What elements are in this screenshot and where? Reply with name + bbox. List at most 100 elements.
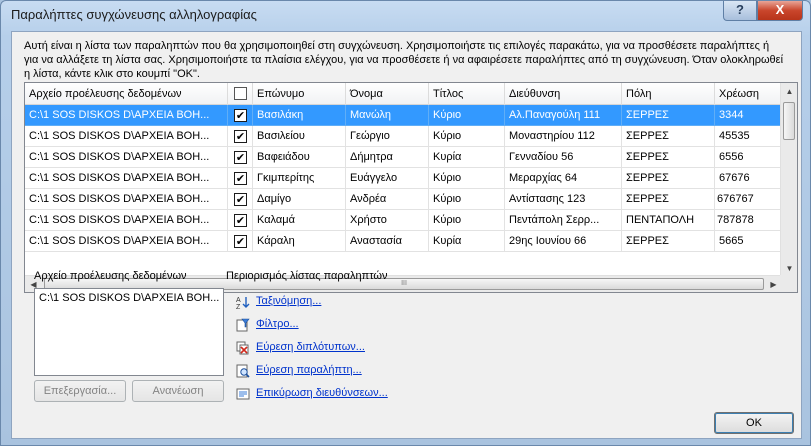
cell-title: Κύριο	[429, 189, 505, 210]
cell-address: Μοναστηρίου 112	[505, 126, 622, 147]
filter-link[interactable]: Φίλτρο...	[256, 318, 299, 330]
cell-last-name: Βαφειάδου	[253, 147, 346, 168]
data-source-item[interactable]: C:\1 SOS DISKOS D\ΑΡΧΕΙΑ ΒΟΗ...	[35, 289, 223, 304]
cell-last-name: Βασιλείου	[253, 126, 346, 147]
column-header-address[interactable]: Διεύθυνση	[505, 83, 622, 105]
cell-last-name: Δαμίγο	[253, 189, 346, 210]
include-checkbox[interactable]: ✔	[234, 172, 247, 185]
cell-city: ΣΕΡΡΕΣ	[622, 126, 715, 147]
find-duplicates-link[interactable]: Εύρεση διπλότυπων...	[256, 341, 365, 353]
cell-last-name: Καλαμά	[253, 210, 346, 231]
instructions-text: Αυτή είναι η λίστα των παραληπτών που θα…	[24, 40, 784, 80]
select-all-checkbox[interactable]	[234, 87, 247, 100]
cell-check[interactable]: ✔	[228, 189, 253, 210]
cell-charge: 5665	[715, 231, 785, 252]
cell-check[interactable]: ✔	[228, 105, 253, 126]
scroll-grip-icon: III	[401, 280, 407, 287]
cell-charge: 45535	[715, 126, 785, 147]
column-header-charge[interactable]: Χρέωση	[715, 83, 785, 105]
validate-addresses-icon	[236, 388, 250, 400]
svg-text:Z: Z	[236, 304, 241, 309]
cell-check[interactable]: ✔	[228, 126, 253, 147]
cell-address: 29ης Ιουνίου 66	[505, 231, 622, 252]
column-header-check[interactable]	[228, 83, 253, 105]
cell-title: Κυρία	[429, 231, 505, 252]
cell-city: ΣΕΡΡΕΣ	[622, 105, 715, 126]
recipients-table[interactable]: Αρχείο προέλευσης δεδομένων Επώνυμο Όνομ…	[24, 82, 798, 293]
dialog-title: Παραλήπτες συγχώνευσης αλληλογραφίας	[11, 7, 257, 22]
cell-address: Αλ.Παναγούλη 111	[505, 105, 622, 126]
cell-title: Κύριο	[429, 210, 505, 231]
cell-charge: 676767	[715, 189, 785, 210]
cell-charge: 67676	[715, 168, 785, 189]
table-row[interactable]: C:\1 SOS DISKOS D\ΑΡΧΕΙΑ ΒΟΗ... ✔ Βασιλάκη…	[25, 105, 785, 126]
cell-city: ΠΕΝΤΑΠΟΛΗ	[622, 210, 715, 231]
column-header-source[interactable]: Αρχείο προέλευσης δεδομένων	[25, 83, 228, 105]
cell-charge: 3344	[715, 105, 785, 126]
include-checkbox[interactable]: ✔	[234, 214, 247, 227]
cell-city: ΣΕΡΡΕΣ	[622, 189, 715, 210]
help-button[interactable]: ?	[723, 1, 757, 21]
cell-first-name: Χρήστο	[346, 210, 429, 231]
validate-addresses-link[interactable]: Επικύρωση διευθύνσεων...	[256, 387, 388, 399]
include-checkbox[interactable]: ✔	[234, 109, 247, 122]
include-checkbox[interactable]: ✔	[234, 151, 247, 164]
sort-icon: AZ	[236, 297, 250, 309]
data-sources-list[interactable]: C:\1 SOS DISKOS D\ΑΡΧΕΙΑ ΒΟΗ...	[34, 288, 224, 376]
vertical-scroll-thumb[interactable]	[783, 102, 795, 140]
include-checkbox[interactable]: ✔	[234, 235, 247, 248]
vertical-scrollbar[interactable]: ▲ ▼	[780, 83, 797, 277]
mail-merge-recipients-dialog: Παραλήπτες συγχώνευσης αλληλογραφίας ? X…	[0, 0, 811, 446]
cell-last-name: Γκιμπερίτης	[253, 168, 346, 189]
refresh-button[interactable]: Ανανέωση	[132, 380, 224, 402]
cell-source: C:\1 SOS DISKOS D\ΑΡΧΕΙΑ ΒΟΗ...	[25, 168, 228, 189]
cell-source: C:\1 SOS DISKOS D\ΑΡΧΕΙΑ ΒΟΗ...	[25, 126, 228, 147]
cell-city: ΣΕΡΡΕΣ	[622, 231, 715, 252]
cell-address: Πεντάπολη Σερρ...	[505, 210, 622, 231]
find-duplicates-icon	[236, 341, 249, 355]
edit-button[interactable]: Επεξεργασία...	[34, 380, 126, 402]
column-header-title[interactable]: Τίτλος	[429, 83, 505, 105]
table-row[interactable]: C:\1 SOS DISKOS D\ΑΡΧΕΙΑ ΒΟΗ... ✔ Καλαμά Χρ…	[25, 210, 785, 231]
include-checkbox[interactable]: ✔	[234, 130, 247, 143]
cell-first-name: Δήμητρα	[346, 147, 429, 168]
cell-title: Κύριο	[429, 126, 505, 147]
cell-check[interactable]: ✔	[228, 231, 253, 252]
column-header-first-name[interactable]: Όνομα	[346, 83, 429, 105]
cell-check[interactable]: ✔	[228, 210, 253, 231]
ok-button[interactable]: OK	[714, 412, 794, 434]
cell-last-name: Κάραλη	[253, 231, 346, 252]
cell-title: Κύριο	[429, 105, 505, 126]
scrollbar-corner	[780, 275, 797, 292]
cell-check[interactable]: ✔	[228, 147, 253, 168]
table-row[interactable]: C:\1 SOS DISKOS D\ΑΡΧΕΙΑ ΒΟΗ... ✔ Γκιμπερί…	[25, 168, 785, 189]
cell-source: C:\1 SOS DISKOS D\ΑΡΧΕΙΑ ΒΟΗ...	[25, 210, 228, 231]
cell-source: C:\1 SOS DISKOS D\ΑΡΧΕΙΑ ΒΟΗ...	[25, 105, 228, 126]
cell-address: Αντίστασης 123	[505, 189, 622, 210]
find-recipient-link[interactable]: Εύρεση παραλήπτη...	[256, 364, 362, 376]
table-row[interactable]: C:\1 SOS DISKOS D\ΑΡΧΕΙΑ ΒΟΗ... ✔ Κάραλη Αν…	[25, 231, 785, 252]
table-row[interactable]: C:\1 SOS DISKOS D\ΑΡΧΕΙΑ ΒΟΗ... ✔ Βαφειάδο…	[25, 147, 785, 168]
table-header: Αρχείο προέλευσης δεδομένων Επώνυμο Όνομ…	[25, 83, 797, 105]
cell-city: ΣΕΡΡΕΣ	[622, 168, 715, 189]
cell-title: Κυρία	[429, 147, 505, 168]
cell-source: C:\1 SOS DISKOS D\ΑΡΧΕΙΑ ΒΟΗ...	[25, 231, 228, 252]
close-button[interactable]: X	[757, 1, 803, 21]
column-header-last-name[interactable]: Επώνυμο	[253, 83, 346, 105]
sort-link[interactable]: Ταξινόμηση...	[256, 295, 321, 307]
cell-address: Μεραρχίας 64	[505, 168, 622, 189]
cell-first-name: Μανώλη	[346, 105, 429, 126]
scroll-up-icon[interactable]: ▲	[781, 83, 797, 100]
include-checkbox[interactable]: ✔	[234, 193, 247, 206]
cell-title: Κύριο	[429, 168, 505, 189]
cell-first-name: Ανδρέα	[346, 189, 429, 210]
cell-check[interactable]: ✔	[228, 168, 253, 189]
cell-charge: 787878	[715, 210, 785, 231]
refine-section-label: Περιορισμός λίστας παραληπτών	[226, 270, 388, 282]
table-row[interactable]: C:\1 SOS DISKOS D\ΑΡΧΕΙΑ ΒΟΗ... ✔ Δαμίγο Αν…	[25, 189, 785, 210]
table-row[interactable]: C:\1 SOS DISKOS D\ΑΡΧΕΙΑ ΒΟΗ... ✔ Βασιλείο…	[25, 126, 785, 147]
column-header-city[interactable]: Πόλη	[622, 83, 715, 105]
dialog-body: Αυτή είναι η λίστα των παραληπτών που θα…	[11, 31, 802, 439]
cell-address: Γενναδίου 56	[505, 147, 622, 168]
cell-last-name: Βασιλάκη	[253, 105, 346, 126]
